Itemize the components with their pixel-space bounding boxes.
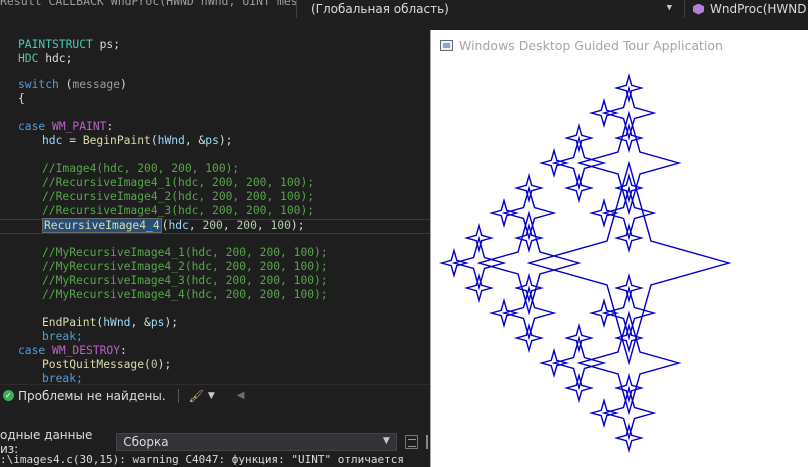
output-source-label: одные данные из:	[0, 428, 93, 456]
code-line: PAINTSTRUCT ps;	[18, 38, 121, 51]
code-line: PostQuitMessage(0);	[42, 358, 172, 371]
window-icon	[440, 39, 453, 51]
navigation-bar: Result CALLBACK WndProc(HWND hWnd, UINT …	[0, 0, 808, 20]
comment-line: //RecursiveImage4_1(hdc, 200, 200, 100);	[42, 176, 315, 189]
code-line: switch (message)	[18, 78, 127, 91]
code-line: HDC hdc;	[18, 52, 73, 65]
app-window: Windows Desktop Guided Tour Application	[430, 30, 808, 467]
comment-line: //RecursiveImage4_3(hdc, 200, 200, 100);	[42, 204, 315, 217]
comment-line: //MyRecursiveImage4_1(hdc, 200, 200, 100…	[42, 246, 328, 259]
navigation-arrows: ◀	[237, 390, 245, 401]
comment-line: //Image4(hdc, 200, 200, 100);	[42, 162, 240, 175]
output-source-select[interactable]: Сборка ▼	[116, 433, 397, 451]
selected-function-name[interactable]: RecursiveImage4_4	[42, 218, 162, 233]
code-line: hdc = BeginPaint(hWnd, &ps);	[42, 134, 233, 147]
comment-line: //MyRecursiveImage4_4(hdc, 200, 200, 100…	[42, 288, 328, 301]
comment-line: //MyRecursiveImage4_2(hdc, 200, 200, 100…	[42, 260, 328, 273]
fractal-canvas	[438, 72, 732, 454]
code-line: break;	[42, 372, 83, 384]
code-editor[interactable]: PAINTSTRUCT ps; HDC hdc; switch (message…	[0, 20, 430, 384]
code-line: case WM_DESTROY:	[18, 344, 127, 357]
chevron-down-icon[interactable]: ▼	[208, 391, 215, 401]
horizontal-scrollbar[interactable]	[0, 406, 430, 412]
find-message-icon[interactable]	[404, 435, 419, 449]
scope-dropdown[interactable]: (Глобальная область) ▼	[296, 0, 678, 18]
app-title: Windows Desktop Guided Tour Application	[459, 37, 723, 53]
fractal-star	[526, 160, 732, 366]
code-line: break;	[42, 330, 83, 343]
output-source-value: Сборка	[123, 435, 169, 449]
divider	[177, 388, 179, 403]
code-line: EndPaint(hWnd, &ps);	[42, 316, 179, 329]
editor-status-bar: ✓ Проблемы не найдены. 🖌 ▼ ◀	[0, 384, 430, 406]
code-line: {	[18, 92, 25, 105]
comment-line: //RecursiveImage4_2(hdc, 200, 200, 100);	[42, 190, 315, 203]
check-circle-icon: ✓	[3, 390, 14, 401]
chevron-down-icon: ▼	[382, 436, 390, 446]
code-line: case WM_PAINT:	[18, 120, 114, 133]
brush-icon[interactable]: 🖌	[189, 389, 204, 403]
scope-dropdown-label: (Глобальная область)	[311, 2, 449, 16]
cube-icon	[693, 3, 704, 15]
arrow-left-icon[interactable]: ◀	[237, 390, 245, 401]
active-call-line: RecursiveImage4_4 (hdc, 200, 200, 100);	[42, 218, 305, 233]
member-dropdown-label: WndProc(HWND h	[710, 2, 808, 16]
app-titlebar[interactable]: Windows Desktop Guided Tour Application	[431, 30, 808, 60]
comment-line: //MyRecursiveImage4_3(hdc, 200, 200, 100…	[42, 274, 328, 287]
output-text-line: :\images4.c(30,15): warning C4047: функц…	[0, 454, 430, 467]
output-toolbar: одные данные из: Сборка ▼	[0, 428, 430, 456]
member-dropdown[interactable]: WndProc(HWND h	[684, 0, 808, 18]
chevron-down-icon: ▼	[666, 3, 672, 13]
problems-status[interactable]: Проблемы не найдены.	[18, 389, 166, 403]
fractal-stars	[438, 72, 732, 454]
